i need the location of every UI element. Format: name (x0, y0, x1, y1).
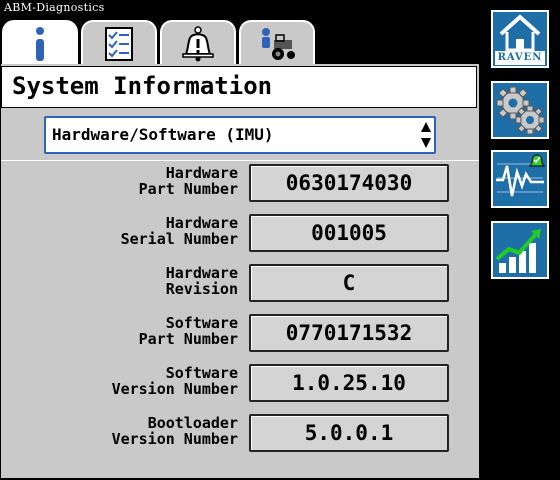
field-value-hw-revision: C (249, 264, 449, 302)
field-value-sw-version: 1.0.25.10 (249, 364, 449, 402)
field-label-hw-revision: Hardware Revision (0, 265, 238, 297)
info-icon (36, 27, 44, 61)
select-up-down-arrows-icon[interactable] (420, 120, 432, 150)
diagnostics-waveform-icon (496, 154, 545, 197)
field-value-hw-serial: 001005 (249, 214, 449, 252)
app-title: ABM-Diagnostics (4, 1, 105, 14)
field-label-hw-part: Hardware Part Number (0, 165, 238, 197)
tab-machine[interactable] (239, 20, 315, 65)
settings-button[interactable] (491, 81, 549, 139)
divider (1, 160, 479, 161)
tab-info[interactable] (2, 20, 78, 68)
checklist-icon (105, 26, 133, 61)
tab-alarms[interactable] (160, 20, 236, 65)
field-label-sw-version: Software Version Number (0, 365, 238, 397)
module-select[interactable]: Hardware/Software (IMU) (44, 116, 436, 154)
page-title-bar: System Information (1, 66, 477, 108)
field-label-sw-version-line2: Version Number (111, 380, 238, 398)
field-value-boot-version: 5.0.0.1 (249, 414, 449, 452)
main-panel: System Information Hardware/Software (IM… (1, 64, 479, 478)
field-label-sw-part: Software Part Number (0, 315, 238, 347)
tab-checklist[interactable] (81, 20, 157, 65)
field-label-hw-serial-line2: Serial Number (120, 230, 238, 248)
field-label-boot-version: Bootloader Version Number (0, 415, 238, 447)
field-label-sw-part-line2: Part Number (138, 330, 238, 348)
field-value-sw-part: 0770171532 (249, 314, 449, 352)
operator-tractor-icon (262, 27, 295, 60)
performance-button[interactable] (491, 221, 549, 279)
bar-chart-trend-icon (495, 229, 541, 273)
diagnostics-button[interactable] (491, 150, 549, 208)
field-value-hw-part: 0630174030 (249, 164, 449, 202)
module-select-value: Hardware/Software (IMU) (52, 125, 274, 144)
home-button[interactable]: RAVEN (491, 10, 549, 68)
home-icon (499, 14, 541, 52)
field-label-boot-version-line2: Version Number (111, 430, 238, 448)
field-label-hw-part-line2: Part Number (138, 180, 238, 198)
raven-brand-label: RAVEN (495, 51, 545, 65)
field-label-hw-serial: Hardware Serial Number (0, 215, 238, 247)
alarm-bell-icon (182, 25, 214, 61)
gears-icon (496, 86, 545, 135)
field-label-hw-revision-line2: Revision (165, 280, 238, 298)
page-title: System Information (12, 72, 273, 100)
